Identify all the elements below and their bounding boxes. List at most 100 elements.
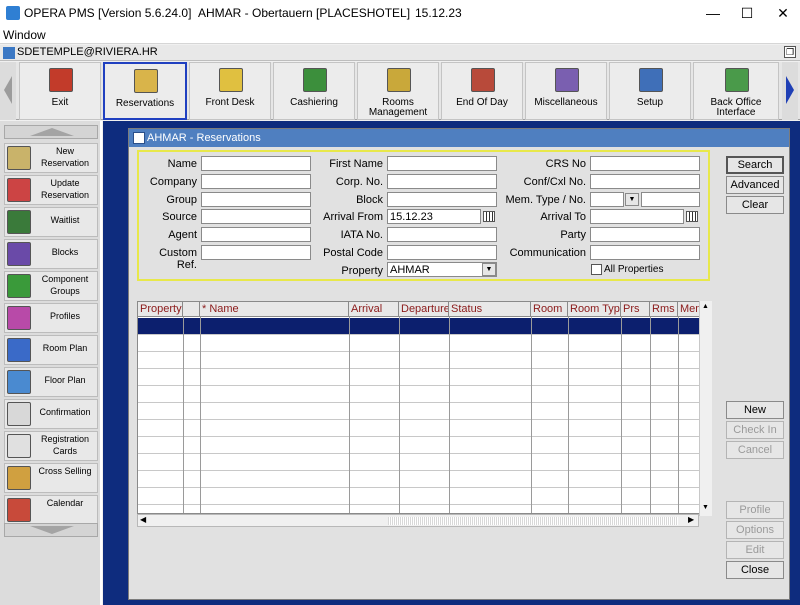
col-name[interactable]: * Name bbox=[200, 302, 349, 317]
close-button[interactable]: Close bbox=[726, 561, 784, 579]
toolbar-setup-button[interactable]: Setup bbox=[609, 62, 691, 120]
toolbar-exit-button[interactable]: Exit bbox=[19, 62, 101, 120]
group-input[interactable] bbox=[201, 192, 311, 207]
conf-cxl-no-input[interactable] bbox=[590, 174, 700, 189]
menu-window[interactable]: Window bbox=[3, 28, 46, 42]
postal-code-input[interactable] bbox=[387, 245, 497, 260]
col-rms[interactable]: Rms bbox=[650, 302, 678, 317]
iata-no-input[interactable] bbox=[387, 227, 497, 242]
table-row[interactable] bbox=[138, 488, 702, 505]
nav-waitlist[interactable]: Waitlist bbox=[4, 207, 98, 237]
arrival-from-input[interactable] bbox=[387, 209, 481, 224]
col-room[interactable]: Room bbox=[531, 302, 568, 317]
scroll-thumb[interactable] bbox=[388, 517, 678, 525]
calendar-picker-icon[interactable] bbox=[483, 211, 495, 222]
check-in-button[interactable]: Check In bbox=[726, 421, 784, 439]
advanced-button[interactable]: Advanced bbox=[726, 176, 784, 194]
col-property[interactable]: Property bbox=[138, 302, 183, 317]
first-name-input[interactable] bbox=[387, 156, 497, 171]
arrival-to-input[interactable] bbox=[590, 209, 684, 224]
nav-room-plan[interactable]: Room Plan bbox=[4, 335, 98, 365]
col-flag[interactable] bbox=[183, 302, 200, 317]
dropdown-arrow-icon[interactable]: ▼ bbox=[482, 263, 496, 276]
col-status[interactable]: Status bbox=[449, 302, 531, 317]
nav-update-reservation[interactable]: Update Reservation bbox=[4, 175, 98, 205]
party-input[interactable] bbox=[590, 227, 700, 242]
scroll-left-icon[interactable]: ◀ bbox=[140, 515, 146, 524]
table-row[interactable] bbox=[138, 403, 702, 420]
scroll-down-icon[interactable]: ▼ bbox=[702, 504, 709, 511]
col-prs[interactable]: Prs bbox=[621, 302, 650, 317]
edit-button[interactable]: Edit bbox=[726, 541, 784, 559]
toolbar-miscellaneous-button[interactable]: Miscellaneous bbox=[525, 62, 607, 120]
mem-type-select[interactable] bbox=[590, 192, 624, 207]
table-row[interactable] bbox=[138, 369, 702, 386]
grid-vertical-scrollbar[interactable]: ▲ ▼ bbox=[699, 301, 712, 516]
col-arrival[interactable]: Arrival bbox=[349, 302, 399, 317]
nav-new-reservation[interactable]: New Reservation bbox=[4, 143, 98, 173]
company-input[interactable] bbox=[201, 174, 311, 189]
toolbar-front-desk-button[interactable]: Front Desk bbox=[189, 62, 271, 120]
new-reservation-icon bbox=[7, 146, 31, 170]
table-row[interactable] bbox=[138, 335, 702, 352]
toolbar-reservations-button[interactable]: Reservations bbox=[103, 62, 187, 120]
custom-ref-input[interactable] bbox=[201, 245, 311, 260]
arrow-down-icon bbox=[30, 526, 74, 534]
table-row[interactable] bbox=[138, 471, 702, 488]
name-input[interactable] bbox=[201, 156, 311, 171]
close-icon[interactable]: ✕ bbox=[760, 0, 800, 26]
table-row[interactable] bbox=[138, 318, 702, 335]
toolbar-scroll-left[interactable] bbox=[0, 62, 16, 120]
restore-icon[interactable]: ❐ bbox=[784, 46, 796, 58]
toolbar-label: End Of Day bbox=[456, 97, 508, 108]
scroll-up-icon[interactable]: ▲ bbox=[702, 303, 709, 310]
nav-profiles[interactable]: Profiles bbox=[4, 303, 98, 333]
nav-blocks[interactable]: Blocks bbox=[4, 239, 98, 269]
nav-calendar[interactable]: Calendar bbox=[4, 495, 98, 525]
toolbar-cashiering-button[interactable]: Cashiering bbox=[273, 62, 355, 120]
dropdown-arrow-icon[interactable]: ▼ bbox=[625, 193, 639, 206]
user-icon bbox=[3, 47, 15, 59]
block-input[interactable] bbox=[387, 192, 497, 207]
options-button[interactable]: Options bbox=[726, 521, 784, 539]
calendar-picker-icon[interactable] bbox=[686, 211, 698, 222]
crs-no-input[interactable] bbox=[590, 156, 700, 171]
col-departure[interactable]: Departure bbox=[399, 302, 449, 317]
communication-input[interactable] bbox=[590, 245, 700, 260]
toolbar-label: Front Desk bbox=[205, 97, 255, 108]
nav-registration-cards[interactable]: Registration Cards bbox=[4, 431, 98, 461]
source-input[interactable] bbox=[201, 209, 311, 224]
cancel-button[interactable]: Cancel bbox=[726, 441, 784, 459]
nav-scroll-up[interactable] bbox=[4, 125, 98, 139]
all-properties-checkbox[interactable] bbox=[591, 264, 602, 275]
corp-no-input[interactable] bbox=[387, 174, 497, 189]
mem-no-input[interactable] bbox=[641, 192, 700, 207]
search-button[interactable]: Search bbox=[726, 156, 784, 174]
first-name-label: First Name bbox=[329, 158, 383, 170]
table-row[interactable] bbox=[138, 454, 702, 471]
nav-cross-selling[interactable]: Cross Selling bbox=[4, 463, 98, 493]
col-room-type[interactable]: Room Type bbox=[568, 302, 621, 317]
property-select[interactable] bbox=[387, 262, 497, 277]
agent-input[interactable] bbox=[201, 227, 311, 242]
nav-floor-plan[interactable]: Floor Plan bbox=[4, 367, 98, 397]
nav-confirmation[interactable]: Confirmation bbox=[4, 399, 98, 429]
nav-component-groups[interactable]: Component Groups bbox=[4, 271, 98, 301]
toolbar-end-of-day-button[interactable]: End Of Day bbox=[441, 62, 523, 120]
profile-button[interactable]: Profile bbox=[726, 501, 784, 519]
table-row[interactable] bbox=[138, 420, 702, 437]
toolbar-rooms-management-button[interactable]: Rooms Management bbox=[357, 62, 439, 120]
left-navigation: New Reservation Update Reservation Waitl… bbox=[0, 121, 102, 605]
toolbar-back-office-button[interactable]: Back Office Interface bbox=[693, 62, 779, 120]
grid-horizontal-scrollbar[interactable]: ◀ ▶ bbox=[137, 514, 699, 527]
nav-scroll-down[interactable] bbox=[4, 523, 98, 537]
mem-type-no-label: Mem. Type / No. bbox=[505, 194, 587, 206]
setup-icon bbox=[639, 68, 663, 92]
new-button[interactable]: New bbox=[726, 401, 784, 419]
scroll-right-icon[interactable]: ▶ bbox=[688, 515, 694, 524]
toolbar-scroll-right[interactable] bbox=[782, 62, 798, 120]
table-row[interactable] bbox=[138, 437, 702, 454]
clear-button[interactable]: Clear bbox=[726, 196, 784, 214]
table-row[interactable] bbox=[138, 352, 702, 369]
table-row[interactable] bbox=[138, 386, 702, 403]
